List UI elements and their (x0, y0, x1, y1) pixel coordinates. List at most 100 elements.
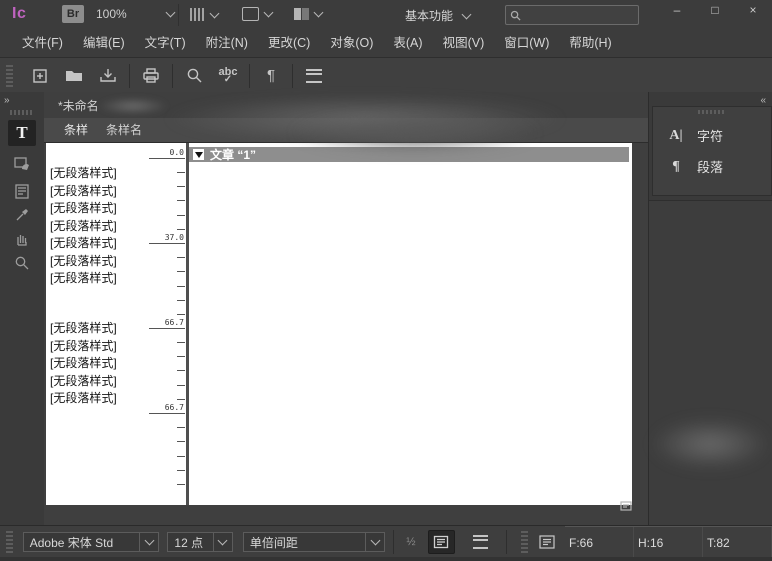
incopy-logo: Ic (12, 5, 26, 23)
workspace-switcher[interactable]: 基本功能 (405, 7, 470, 24)
panel-tab[interactable]: A| 字符 (653, 120, 771, 151)
find-button[interactable] (177, 63, 211, 89)
position-tool-icon (13, 153, 31, 171)
toolbar-menu-button[interactable] (297, 63, 331, 89)
font-size-select[interactable]: 12 点 (167, 532, 233, 552)
menu-item[interactable]: 表(A) (383, 30, 432, 57)
galley-content: [无段落样式][无段落样式][无段落样式][无段落样式][无段落样式][无段落样… (46, 143, 632, 505)
font-family-select[interactable]: Adobe 宋体 Std (23, 532, 160, 552)
document-window: *未命名 条样 条样名 [无段落样式][无段落样式][无段落样式][无段落样式]… (44, 92, 648, 525)
panel-icon: A| (667, 128, 685, 144)
maximize-button[interactable]: □ (702, 2, 728, 20)
print-icon (142, 68, 160, 84)
tool-hand[interactable] (8, 226, 36, 252)
menu-item[interactable]: 编辑(E) (73, 30, 135, 57)
menu-item[interactable]: 更改(C) (258, 30, 320, 57)
chevron-down-icon (144, 536, 154, 546)
type-tool-icon: T (16, 123, 27, 143)
menu-bar: 文件(F)编辑(E)文字(T)附注(N)更改(C)对象(O)表(A)视图(V)窗… (0, 30, 772, 57)
chevron-down-icon (462, 9, 472, 19)
open-folder-button[interactable] (57, 63, 91, 89)
chevron-down-icon (314, 8, 324, 18)
menu-item[interactable]: 视图(V) (433, 30, 495, 57)
statusbar-menu-icon[interactable] (473, 535, 488, 549)
dropdown-button (365, 533, 384, 551)
zoom-level-value: 100% (96, 7, 127, 21)
menu-item[interactable]: 窗口(W) (494, 30, 559, 57)
screen-mode-icon (242, 7, 259, 21)
story-end-corner-button[interactable] (616, 498, 636, 513)
menu-item[interactable]: 附注(N) (196, 30, 258, 57)
divider (506, 530, 507, 554)
screen-mode-dropdown[interactable] (242, 7, 272, 21)
pilcrow-icon: ¶ (267, 67, 275, 84)
galley-info-toggle[interactable] (428, 530, 455, 554)
panel-grip[interactable] (698, 110, 726, 114)
tool-eyedropper[interactable] (8, 202, 36, 228)
workspace-label: 基本功能 (405, 7, 453, 24)
panel-tab[interactable]: ¶ 段落 (653, 151, 771, 182)
spell-check-button[interactable]: abc✓ (211, 63, 245, 89)
search-icon (510, 10, 521, 21)
story-text-area[interactable] (189, 143, 632, 505)
fraction-indicator: ½ (402, 536, 419, 548)
document-tab[interactable]: *未命名 (58, 97, 99, 114)
close-button[interactable]: × (740, 2, 766, 20)
open-folder-icon (64, 68, 84, 84)
magnifier-icon (14, 255, 30, 271)
tool-position[interactable] (8, 149, 36, 175)
minimize-button[interactable]: – (664, 2, 690, 20)
app-bar: Ic Br 100% 基本功能 (0, 0, 772, 30)
divider (172, 64, 173, 88)
statusbar-grip[interactable] (521, 531, 528, 553)
depth-ruler: 0.037.066.766.7 (142, 143, 186, 505)
divider (393, 530, 394, 554)
leading-select[interactable]: 单倍间距 (243, 532, 385, 552)
story-title: 文章 “1” (210, 146, 256, 163)
main-toolbar: abc✓ ¶ (0, 57, 772, 94)
view-tabs: 条样 条样名 (44, 118, 648, 143)
menu-item[interactable]: 文件(F) (12, 30, 73, 57)
collapse-story-button[interactable] (193, 149, 204, 160)
tab-galley[interactable]: 条样 (58, 118, 94, 142)
tab-secondary[interactable]: 条样名 (100, 118, 148, 142)
divider (292, 64, 293, 88)
expand-panel-chevrons[interactable]: » (4, 95, 9, 106)
arrange-documents-dropdown[interactable] (294, 8, 322, 20)
panel-grip[interactable] (10, 110, 34, 115)
view-options-dropdown[interactable] (190, 8, 218, 21)
dropdown-button (213, 533, 232, 551)
menu-item[interactable]: 帮助(H) (559, 30, 621, 57)
new-document-icon (31, 67, 49, 85)
divider (178, 4, 179, 26)
copyfit-stats: F:66H:16T:82 (565, 526, 772, 559)
tool-type[interactable]: T (8, 120, 36, 146)
tool-note[interactable] (8, 178, 36, 204)
save-button[interactable] (91, 63, 125, 89)
bridge-button[interactable]: Br (62, 5, 84, 23)
dock-empty-area (649, 200, 772, 526)
menu-icon (306, 69, 322, 83)
toolbar-grip[interactable] (6, 65, 13, 87)
chevron-down-icon (218, 536, 228, 546)
copyfit-info-button[interactable] (538, 534, 557, 550)
copyfit-stat: T:82 (703, 527, 772, 559)
arrange-documents-icon (294, 8, 309, 20)
collapse-panel-chevrons[interactable]: « (760, 95, 765, 106)
view-options-icon (190, 8, 205, 21)
tool-zoom[interactable] (8, 250, 36, 276)
menu-item[interactable]: 文字(T) (135, 30, 196, 57)
panel-label: 段落 (697, 157, 723, 176)
menu-item[interactable]: 对象(O) (320, 30, 383, 57)
statusbar-grip[interactable] (6, 531, 13, 553)
print-button[interactable] (134, 63, 168, 89)
spell-check-icon: abc✓ (219, 67, 238, 85)
zoom-level-select[interactable]: 100% (96, 7, 174, 21)
note-tool-icon (14, 183, 30, 200)
leading-value: 单倍间距 (244, 534, 365, 551)
save-icon (99, 68, 117, 84)
copyfit-stat: F:66 (565, 527, 634, 559)
search-input[interactable] (525, 8, 634, 22)
hidden-characters-button[interactable]: ¶ (254, 63, 288, 89)
new-document-button[interactable] (23, 63, 57, 89)
